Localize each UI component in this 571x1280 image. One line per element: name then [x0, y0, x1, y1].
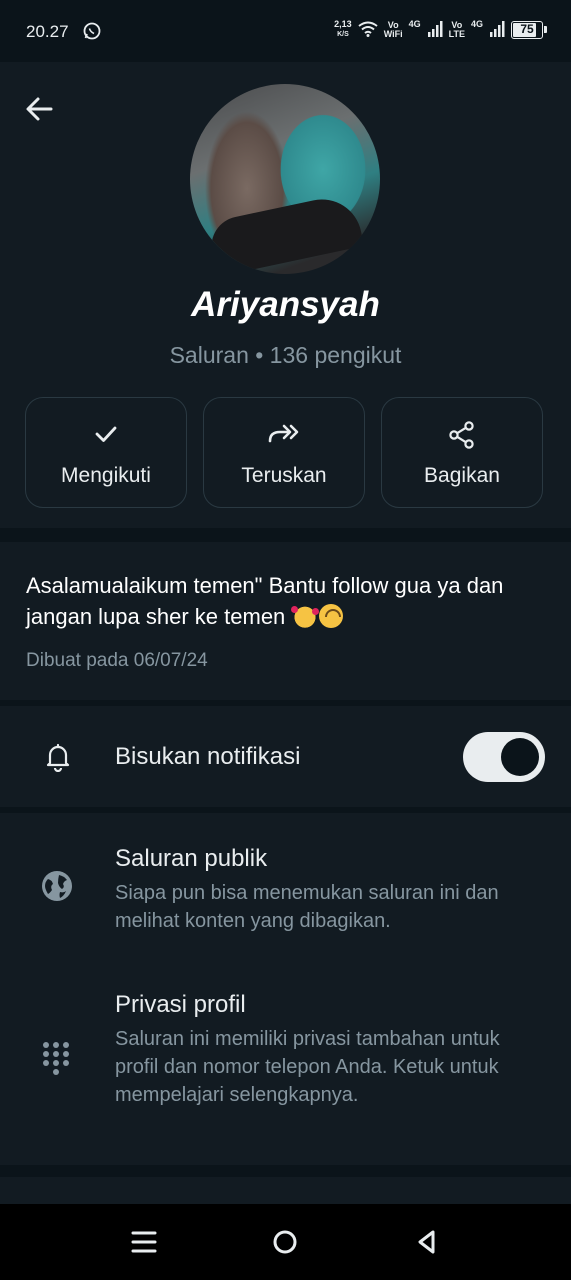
- signal-icon-2: [489, 20, 505, 39]
- public-channel-item[interactable]: Saluran publik Siapa pun bisa menemukan …: [0, 813, 571, 963]
- share-button-label: Bagikan: [424, 464, 500, 487]
- arrow-left-icon: [26, 97, 53, 121]
- channel-avatar[interactable]: [190, 84, 380, 274]
- next-section-edge: [0, 1177, 571, 1204]
- toggle-knob: [501, 738, 539, 776]
- recents-button[interactable]: [130, 1228, 158, 1256]
- system-navigation-bar: [0, 1204, 571, 1280]
- back-nav-button[interactable]: [413, 1228, 441, 1256]
- battery-level: 75: [520, 22, 534, 36]
- whatsapp-notification-icon: [83, 22, 101, 45]
- forward-button[interactable]: Teruskan: [203, 397, 365, 508]
- status-time: 20.27: [26, 22, 69, 41]
- channel-description-text: Asalamualaikum temen" Bantu follow gua y…: [26, 573, 504, 629]
- channel-name: Ariyansyah: [191, 285, 380, 324]
- bell-icon: [44, 742, 72, 777]
- channel-meta: Saluran • 136 pengikut: [169, 342, 402, 368]
- following-button[interactable]: Mengikuti: [25, 397, 187, 508]
- channel-info-section: Saluran publik Siapa pun bisa menemukan …: [0, 813, 571, 1165]
- home-button[interactable]: [271, 1228, 299, 1256]
- share-icon: [382, 420, 542, 449]
- forward-icon: [204, 420, 364, 448]
- share-button[interactable]: Bagikan: [381, 397, 543, 508]
- wifi-icon: [358, 21, 378, 39]
- smiling-face-with-hearts-emoji: [291, 604, 320, 628]
- profile-privacy-item[interactable]: Privasi profil Saluran ini memiliki priv…: [0, 975, 571, 1155]
- network-type-2: 4G: [470, 19, 483, 29]
- menu-icon: [131, 1231, 157, 1253]
- public-channel-title: Saluran publik: [115, 845, 268, 872]
- following-button-label: Mengikuti: [61, 464, 151, 487]
- public-channel-subtitle: Siapa pun bisa menemukan saluran ini dan…: [115, 882, 499, 932]
- network-type-1: 4G: [408, 19, 421, 29]
- profile-privacy-title: Privasi profil: [115, 991, 246, 1018]
- battery-cap: [544, 26, 547, 33]
- mute-notifications-row[interactable]: Bisukan notifikasi: [0, 706, 571, 807]
- circle-icon: [273, 1230, 297, 1254]
- signal-icon-1: [427, 20, 443, 39]
- back-button[interactable]: [22, 92, 56, 126]
- status-indicators: 2,13 K/S Vo WiFi 4G Vo LTE 4G 75: [334, 20, 547, 39]
- triangle-back-icon: [418, 1230, 435, 1254]
- channel-description: Asalamualaikum temen" Bantu follow gua y…: [26, 570, 556, 632]
- created-date: Dibuat pada 06/07/24: [26, 650, 208, 671]
- channel-description-section: Asalamualaikum temen" Bantu follow gua y…: [0, 542, 571, 700]
- mute-notifications-label: Bisukan notifikasi: [115, 743, 301, 770]
- volte-indicator: Vo LTE: [448, 19, 465, 39]
- globe-icon: [40, 869, 74, 908]
- vowifi-indicator: Vo WiFi: [383, 19, 403, 39]
- upside-down-face-emoji: [319, 604, 344, 628]
- network-speed: 2,13 K/S: [334, 19, 352, 39]
- status-bar: 20.27 2,13 K/S Vo WiFi 4G Vo LTE 4G 75: [0, 0, 571, 62]
- mute-notifications-toggle[interactable]: [463, 732, 545, 782]
- check-icon: [26, 420, 186, 448]
- dialpad-icon: [42, 1041, 72, 1086]
- battery-icon: 75: [511, 20, 543, 39]
- forward-button-label: Teruskan: [241, 464, 327, 487]
- profile-privacy-subtitle: Saluran ini memiliki privasi tambahan un…: [115, 1028, 500, 1106]
